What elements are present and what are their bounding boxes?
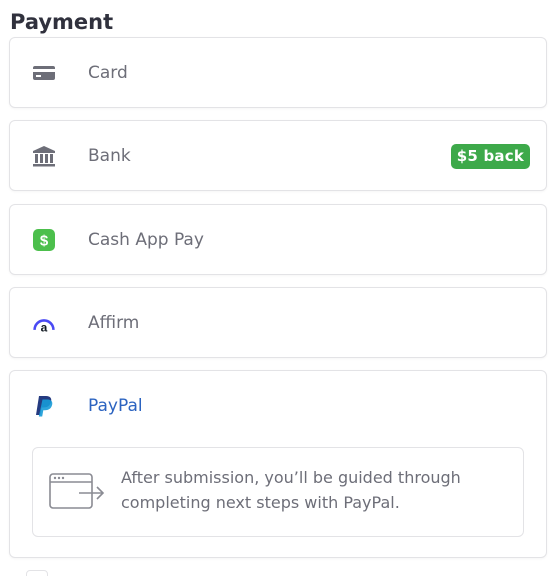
card-icon [32, 61, 56, 85]
svg-text:$: $ [40, 233, 49, 250]
next-control-peek [26, 570, 48, 576]
paypal-redirect-info: After submission, you’ll be guided throu… [32, 447, 524, 537]
payment-option-paypal[interactable]: PayPal After submission, you’ll be guide… [9, 370, 547, 558]
cash-app-icon: $ [32, 228, 56, 252]
payment-option-cash-app-pay[interactable]: $ Cash App Pay [9, 204, 547, 275]
payment-option-bank[interactable]: Bank $5 back [9, 120, 547, 191]
affirm-icon: a [32, 311, 56, 335]
payment-option-label: Bank [88, 146, 131, 166]
payment-option-label: PayPal [88, 396, 143, 416]
paypal-info-text: After submission, you’ll be guided throu… [121, 468, 461, 512]
payment-option-card[interactable]: Card [9, 37, 547, 108]
svg-text:a: a [41, 321, 48, 335]
redirect-window-icon [49, 473, 107, 517]
payment-option-label: Affirm [88, 313, 140, 333]
payment-title: Payment [10, 10, 114, 34]
payment-option-affirm[interactable]: a Affirm [9, 287, 547, 358]
payment-option-label: Cash App Pay [88, 230, 204, 250]
paypal-icon [32, 394, 56, 418]
payment-option-label: Card [88, 63, 128, 83]
cashback-badge: $5 back [450, 143, 530, 169]
payment-section: Payment Card Bank $5 back $ Cash App Pay… [0, 0, 558, 576]
bank-icon [32, 144, 56, 168]
